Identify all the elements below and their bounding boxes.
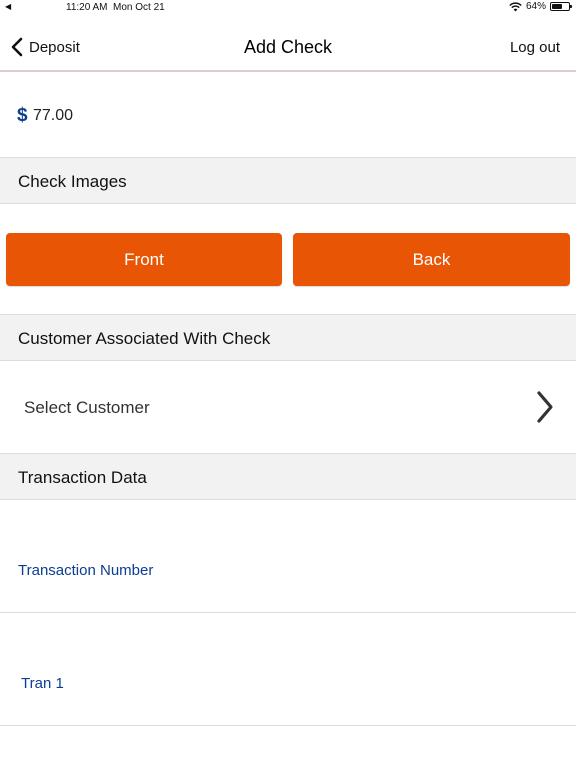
- status-right-group: 64%: [509, 1, 572, 12]
- section-title-customer: Customer Associated With Check: [18, 329, 271, 348]
- wifi-icon: [509, 1, 522, 11]
- back-image-button[interactable]: Back: [293, 233, 570, 286]
- select-customer-row[interactable]: Select Customer: [0, 361, 576, 454]
- transaction-number-row[interactable]: Transaction Number: [0, 500, 576, 613]
- navigation-bar: Deposit Add Check Log out: [0, 16, 576, 72]
- section-title-transaction: Transaction Data: [18, 468, 147, 487]
- logout-button[interactable]: Log out: [510, 39, 560, 56]
- select-customer-label: Select Customer: [24, 398, 150, 417]
- battery-percent: 64%: [525, 1, 546, 12]
- status-bar: ◀ 11:20 AM Mon Oct 21 64%: [0, 0, 576, 16]
- amount-row[interactable]: $ 77.00: [0, 74, 576, 158]
- battery-icon: [550, 2, 572, 11]
- currency-symbol: $: [17, 105, 28, 126]
- front-image-button[interactable]: Front: [6, 233, 282, 286]
- back-to-app-indicator[interactable]: ◀: [5, 2, 11, 11]
- page-title: Add Check: [243, 37, 333, 57]
- section-header-customer: Customer Associated With Check: [0, 315, 576, 361]
- transaction-number-label: Transaction Number: [18, 562, 154, 579]
- section-title-check-images: Check Images: [18, 172, 127, 191]
- status-time: 11:20 AM: [66, 2, 108, 13]
- status-date: Mon Oct 21: [113, 2, 165, 13]
- section-header-check-images: Check Images: [0, 158, 576, 204]
- transaction-tran-row[interactable]: Tran 1: [0, 613, 576, 726]
- amount-value[interactable]: 77.00: [33, 107, 73, 125]
- transaction-tran-value[interactable]: Tran 1: [21, 675, 64, 692]
- section-header-transaction: Transaction Data: [0, 454, 576, 500]
- chevron-right-icon: [537, 391, 553, 423]
